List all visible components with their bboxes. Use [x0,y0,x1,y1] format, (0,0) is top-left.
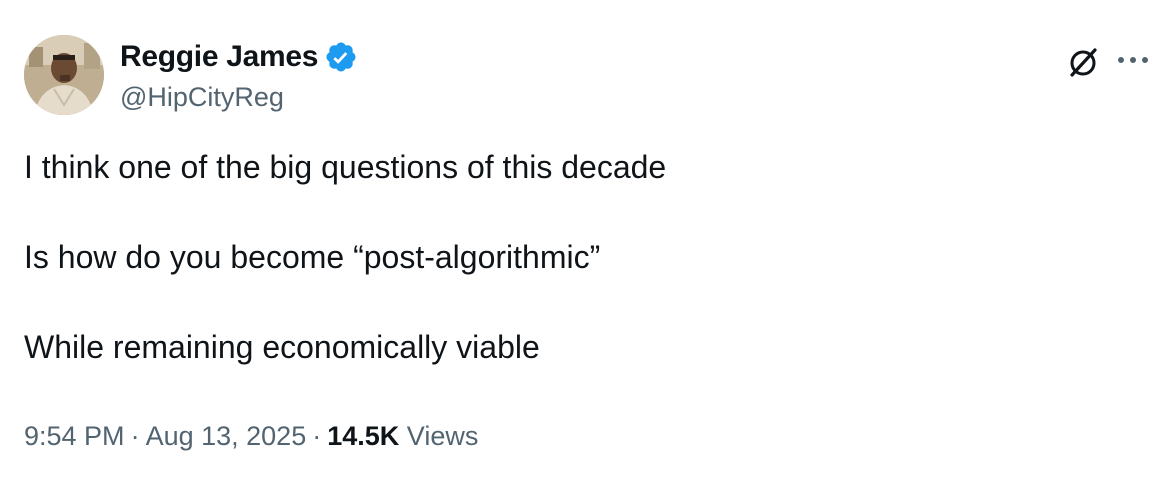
tweet-date[interactable]: Aug 13, 2025 [146,421,307,451]
views-count: 14.5K [327,421,400,451]
tweet-text: I think one of the big questions of this… [24,145,1144,415]
tweet-card: Reggie James @HipCityReg I think one of … [0,0,1174,482]
avatar[interactable] [24,35,104,115]
tweet-line: While remaining economically viable [24,329,540,365]
grok-icon [1070,48,1097,77]
more-options-button[interactable] [1113,40,1153,80]
views-label: Views [406,421,479,451]
author-display-name[interactable]: Reggie James [120,40,318,74]
tweet-line: Is how do you become “post-algorithmic” [24,239,601,275]
tweet-time[interactable]: 9:54 PM [24,421,125,451]
avatar-image [24,35,104,115]
verified-badge-icon[interactable] [324,40,358,74]
meta-separator: · [130,421,140,451]
more-options-icon [1118,57,1148,63]
author-name-row: Reggie James [120,40,358,74]
author-handle[interactable]: @HipCityReg [120,80,284,114]
grok-button[interactable] [1063,42,1103,82]
tweet-meta: 9:54 PM · Aug 13, 2025 · 14.5K Views [24,417,478,455]
meta-separator: · [312,421,322,451]
tweet-line: I think one of the big questions of this… [24,149,667,185]
